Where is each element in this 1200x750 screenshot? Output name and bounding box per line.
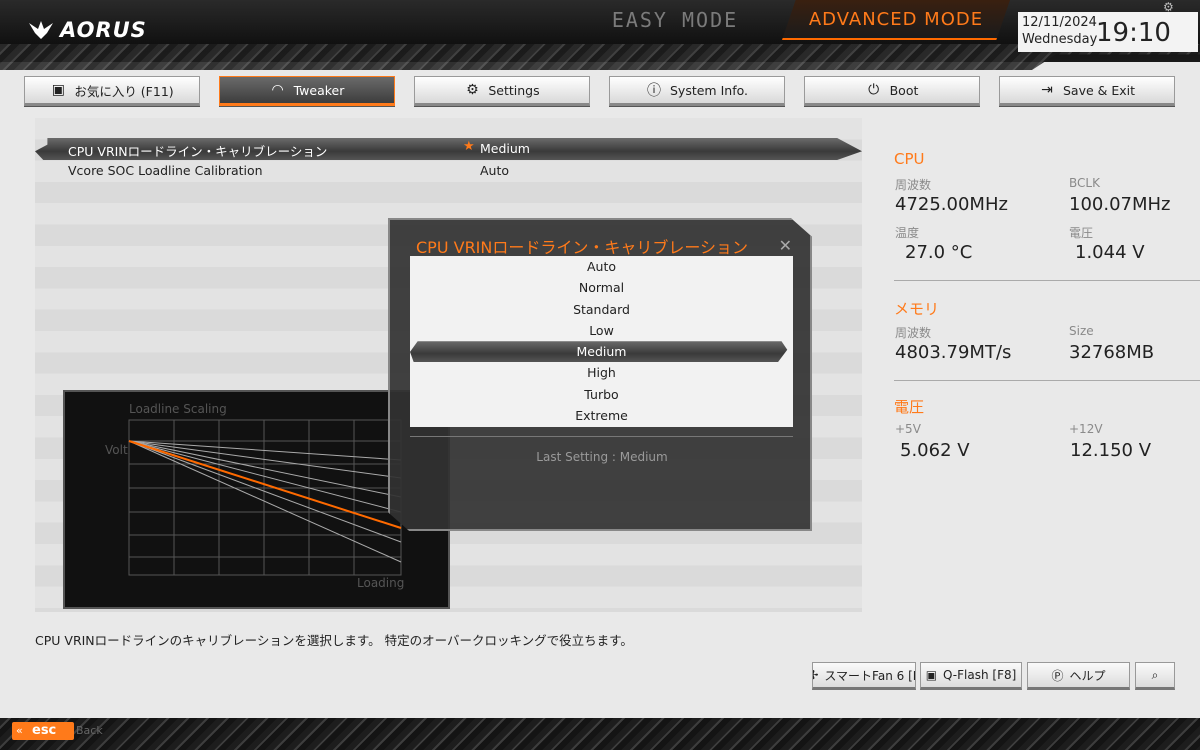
close-icon[interactable]: ✕ xyxy=(779,236,792,255)
footer-bar xyxy=(0,718,1200,750)
cpu-freq-value: 4725.00MHz xyxy=(895,194,1008,215)
search-button[interactable]: ⌕ xyxy=(1135,662,1175,690)
graph-grid xyxy=(128,419,402,576)
option-popup: CPU VRINロードライン・キャリブレーション ✕ Auto Normal S… xyxy=(388,218,812,531)
selected-curve xyxy=(128,440,402,529)
chip-icon: ▣ xyxy=(925,668,938,682)
datetime-panel: 12/11/2024 Wednesday 19:10 xyxy=(1018,12,1198,52)
favorites-icon: ▣ xyxy=(51,82,65,98)
voltage-heading: 電圧 xyxy=(894,398,925,416)
option-high[interactable]: High xyxy=(410,362,793,383)
v5-value: 5.062 V xyxy=(900,440,970,461)
memory-size-value: 32768MB xyxy=(1069,342,1155,363)
setting-row-vcore-soc-llc[interactable]: Vcore SOC Loadline Calibration Auto xyxy=(35,160,862,182)
tab-system-info[interactable]: ⓘ System Info. xyxy=(609,76,785,106)
option-low[interactable]: Low xyxy=(410,320,793,341)
tab-settings[interactable]: ⚙ Settings xyxy=(414,76,590,106)
date: 12/11/2024 xyxy=(1022,15,1097,30)
last-setting-text: Last Setting : Medium xyxy=(536,450,668,464)
help-label: ヘルプ xyxy=(1069,668,1106,683)
v12-value: 12.150 V xyxy=(1070,440,1152,461)
logo-text: AORUS xyxy=(60,18,147,42)
setting-label: Vcore SOC Loadline Calibration xyxy=(68,163,263,178)
tab-label: Settings xyxy=(488,82,540,98)
aorus-logo: AORUS xyxy=(28,16,147,44)
memory-heading: メモリ xyxy=(894,300,940,318)
gear-icon: ⚙ xyxy=(466,82,479,98)
exit-icon: ⇥ xyxy=(1041,82,1053,98)
fan-icon: ✢ xyxy=(813,668,818,682)
tab-boot[interactable]: ⏻ Boot xyxy=(804,76,980,106)
help-description: CPU VRINロードラインのキャリブレーションを選択します。 特定のオーバーク… xyxy=(35,633,633,648)
setting-value: Medium xyxy=(480,141,530,156)
section-divider xyxy=(894,380,1200,381)
gear-icon[interactable]: ⚙ xyxy=(1163,0,1174,14)
options-list: Auto Normal Standard Low Medium High Tur… xyxy=(410,256,793,427)
easy-mode-button[interactable]: EASY MODE xyxy=(560,0,790,40)
star-icon: ★ xyxy=(463,139,475,154)
setting-value: Auto xyxy=(480,163,510,178)
tab-label: Save & Exit xyxy=(1062,82,1136,98)
tab-favorites[interactable]: ▣ お気に入り (F11) xyxy=(24,76,200,106)
smart-fan-label: スマートFan 6 [F xyxy=(824,668,916,683)
bclk-label: BCLK xyxy=(1069,176,1100,190)
power-icon: ⏻ xyxy=(868,82,880,98)
option-auto[interactable]: Auto xyxy=(410,256,793,277)
main-tabs: ▣ お気に入り (F11) ◠ Tweaker ⚙ Settings ⓘ Sys… xyxy=(24,76,1176,108)
section-divider xyxy=(894,280,1200,281)
tab-label: Boot xyxy=(889,82,919,98)
tab-label: Tweaker xyxy=(293,82,345,98)
help-button[interactable]: Ⓟ ヘルプ xyxy=(1027,662,1130,690)
v12-label: +12V xyxy=(1069,422,1103,436)
help-icon: Ⓟ xyxy=(1051,668,1064,683)
eagle-icon xyxy=(29,21,53,39)
cpu-temp-label: 温度 xyxy=(895,226,920,240)
cpu-freq-label: 周波数 xyxy=(895,178,932,192)
tab-label: System Info. xyxy=(670,82,748,98)
bclk-value: 100.07MHz xyxy=(1069,194,1171,215)
memory-size-label: Size xyxy=(1069,324,1094,338)
back-label: Back xyxy=(76,724,103,737)
cpu-heading: CPU xyxy=(894,150,925,168)
tab-save-exit[interactable]: ⇥ Save & Exit xyxy=(999,76,1175,106)
graph-curves xyxy=(128,440,402,563)
option-turbo[interactable]: Turbo xyxy=(410,384,793,405)
option-standard[interactable]: Standard xyxy=(410,299,793,320)
smart-fan-button[interactable]: ✢ スマートFan 6 [F xyxy=(812,662,916,690)
tab-tweaker[interactable]: ◠ Tweaker xyxy=(219,76,395,106)
popup-divider xyxy=(410,436,793,437)
setting-label: CPU VRINロードライン・キャリブレーション xyxy=(68,144,328,159)
advanced-mode-button[interactable]: ADVANCED MODE xyxy=(782,0,1010,40)
cpu-volt-label: 電圧 xyxy=(1069,226,1094,240)
weekday: Wednesday xyxy=(1022,32,1098,47)
option-medium[interactable]: Medium xyxy=(410,341,788,363)
info-icon: ⓘ xyxy=(647,83,661,99)
popup-title: CPU VRINロードライン・キャリブレーション xyxy=(416,238,749,257)
cpu-volt-value: 1.044 V xyxy=(1075,242,1145,263)
memory-freq-value: 4803.79MT/s xyxy=(895,342,1012,363)
back-arrows-icon: « xyxy=(16,724,23,737)
memory-freq-label: 周波数 xyxy=(895,326,932,340)
setting-row-cpu-vrin-llc[interactable]: CPU VRINロードライン・キャリブレーション ★ Medium xyxy=(35,138,862,160)
option-extreme[interactable]: Extreme xyxy=(410,405,793,426)
qflash-label: Q-Flash [F8] xyxy=(943,668,1017,682)
tab-label: お気に入り (F11) xyxy=(74,83,174,99)
date-block: 12/11/2024 Wednesday xyxy=(1022,14,1097,48)
speedometer-icon: ◠ xyxy=(271,82,284,98)
cpu-temp-value: 27.0 °C xyxy=(905,242,973,263)
qflash-button[interactable]: ▣ Q-Flash [F8] xyxy=(920,662,1022,690)
clock-time: 19:10 xyxy=(1096,18,1171,48)
search-icon: ⌕ xyxy=(1151,667,1159,682)
v5-label: +5V xyxy=(895,422,921,436)
option-normal[interactable]: Normal xyxy=(410,277,793,298)
